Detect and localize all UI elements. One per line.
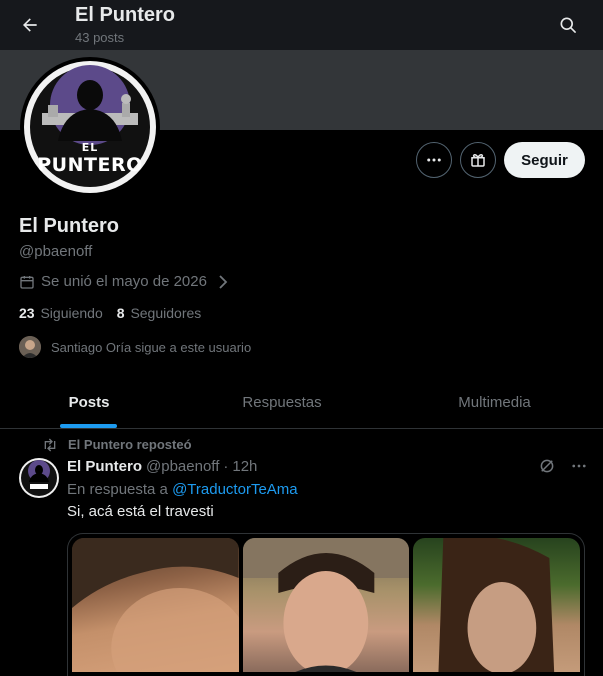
post-media [67, 533, 585, 676]
post-text: Si, acá está el travesti [67, 503, 214, 520]
reply-context: En respuesta a @TraductorTeAma [67, 481, 298, 498]
following-count: 23 [19, 305, 35, 321]
follower-avatar [19, 336, 41, 358]
tab-posts[interactable]: Posts [0, 376, 178, 428]
gift-icon [471, 154, 485, 167]
followed-by-text: Santiago Oría sigue a este usuario [51, 339, 252, 355]
profile-avatar[interactable]: EL PUNTERO [20, 57, 160, 197]
tab-replies-label: Respuestas [242, 393, 322, 411]
post-header: El Puntero @pbaenoff · 12h [67, 458, 257, 475]
avatar-text-el: EL [81, 141, 99, 154]
following-link[interactable]: 23 Siguiendo [19, 305, 103, 321]
tab-media-label: Multimedia [458, 393, 531, 411]
joined-date[interactable]: Se unió el mayo de 2026 [19, 273, 229, 290]
search-icon [560, 17, 576, 33]
followed-by[interactable]: Santiago Oría sigue a este usuario [19, 336, 251, 358]
follow-stats: 23 Siguiendo 8 Seguidores [19, 305, 201, 321]
reply-prefix: En respuesta a [67, 481, 168, 498]
profile-name: El Puntero [19, 215, 120, 237]
post-author-avatar[interactable] [19, 458, 59, 498]
tab-media[interactable]: Multimedia [386, 376, 603, 428]
chevron-right-icon [219, 274, 228, 289]
grok-button[interactable] [538, 457, 556, 480]
more-icon [427, 158, 441, 162]
followers-count: 8 [116, 305, 125, 321]
avatar-logo: EL PUNTERO [24, 61, 156, 193]
top-header: El Puntero 43 posts [0, 0, 603, 50]
search-button[interactable] [551, 8, 585, 42]
post-more-button[interactable] [570, 457, 588, 480]
profile-tabs: Posts Respuestas Multimedia [0, 376, 603, 429]
followers-label: Seguidores [130, 305, 202, 321]
following-label: Siguiendo [40, 305, 103, 321]
header-title: El Puntero [75, 4, 176, 26]
post-actions-top [538, 457, 588, 480]
active-tab-indicator [60, 424, 117, 428]
avatar-text-puntero: PUNTERO [37, 154, 143, 176]
joined-text: Se unió el mayo de 2026 [41, 273, 207, 290]
tab-posts-label: Posts [68, 393, 110, 411]
grok-icon [540, 459, 554, 473]
media-photo-1[interactable] [72, 538, 239, 672]
header-post-count: 43 posts [75, 30, 125, 45]
media-photo-3[interactable] [413, 538, 581, 672]
media-photo-2[interactable] [242, 538, 410, 672]
tab-replies[interactable]: Respuestas [178, 376, 386, 428]
back-arrow-icon [23, 18, 37, 32]
back-button[interactable] [12, 7, 48, 43]
repost-text: El Puntero reposteó [68, 437, 192, 452]
reply-to-link[interactable]: @TraductorTeAma [172, 481, 298, 498]
calendar-icon [20, 275, 34, 289]
repost-indicator[interactable]: El Puntero reposteó [42, 437, 192, 452]
follow-button[interactable]: Seguir [504, 142, 585, 178]
followers-link[interactable]: 8 Seguidores [117, 305, 202, 321]
post-separator: · [223, 458, 229, 475]
post-author-handle[interactable]: @pbaenoff [146, 458, 219, 475]
profile-handle: @pbaenoff [19, 243, 93, 260]
gift-button[interactable] [460, 142, 496, 178]
post-author-name[interactable]: El Puntero [67, 458, 142, 475]
more-options-button[interactable] [416, 142, 452, 178]
more-icon [572, 464, 586, 468]
repost-icon [44, 438, 56, 451]
post-time[interactable]: 12h [232, 458, 257, 475]
